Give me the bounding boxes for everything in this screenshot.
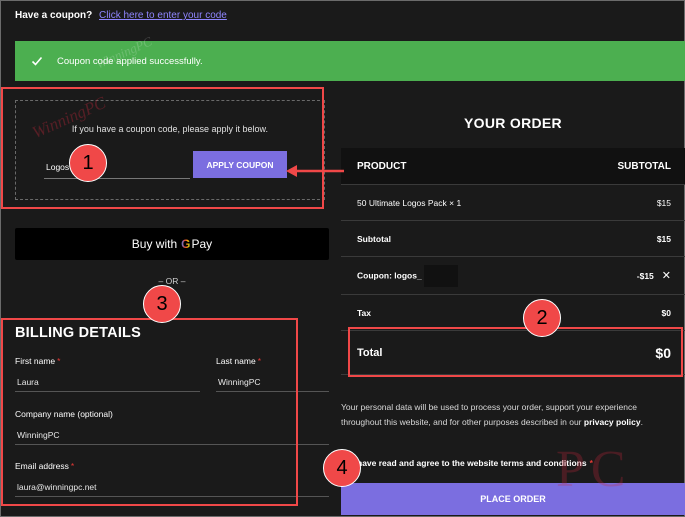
coupon-code-input[interactable] — [44, 155, 190, 179]
company-input[interactable] — [15, 425, 329, 445]
total-row: Total $0 — [341, 331, 685, 375]
first-name-label-text: First name — [15, 356, 56, 366]
google-pay-button[interactable]: Buy with G Pay — [15, 228, 329, 260]
order-title: YOUR ORDER — [464, 115, 562, 131]
apply-coupon-button[interactable]: APPLY COUPON — [193, 151, 287, 178]
required-mark: * — [257, 356, 262, 366]
order-header-row: PRODUCT SUBTOTAL — [341, 148, 685, 185]
coupon-question: Have a coupon? — [15, 10, 93, 21]
or-divider: – OR – — [158, 276, 186, 286]
email-input[interactable] — [15, 477, 329, 497]
privacy-end: . — [640, 417, 643, 427]
google-g-icon: G — [181, 237, 191, 251]
annotation-badge-3: 3 — [143, 285, 181, 323]
coupon-value-group: -$15 ✕ — [637, 269, 671, 282]
success-notice: Coupon code applied successfully. — [15, 41, 685, 81]
order-item-price: $15 — [656, 197, 671, 208]
subtotal-column-header: SUBTOTAL — [617, 160, 671, 172]
last-name-input[interactable] — [216, 372, 329, 392]
privacy-policy-link[interactable]: privacy policy — [584, 417, 641, 427]
item-name-text: 50 Ultimate Logos Pack — [357, 197, 447, 208]
coupon-info-text: If you have a coupon code, please apply … — [71, 124, 269, 134]
tax-value: $0 — [661, 307, 671, 318]
gpay-pay-text: Pay — [191, 237, 213, 251]
first-name-input[interactable] — [15, 372, 200, 392]
order-item-row: 50 Ultimate Logos Pack × 1 $15 — [341, 185, 685, 221]
terms-checkbox-label[interactable]: have read and agree to the website terms… — [357, 458, 593, 468]
redacted-block — [423, 264, 458, 287]
company-label: Company name (optional) — [15, 409, 113, 419]
place-order-button[interactable]: PLACE ORDER — [341, 483, 685, 515]
gpay-buy-with: Buy with — [131, 237, 178, 251]
subtotal-value: $15 — [656, 233, 671, 244]
remove-coupon-icon[interactable]: ✕ — [662, 270, 671, 282]
terms-text: have read and agree to the website terms… — [357, 458, 587, 468]
required-mark: * — [589, 458, 593, 468]
first-name-label: First name * — [15, 356, 60, 366]
enter-coupon-link[interactable]: Click here to enter your code — [99, 10, 227, 21]
last-name-label: Last name * — [216, 356, 261, 366]
coupon-label: Coupon: logos_ — [357, 264, 458, 287]
billing-title: BILLING DETAILS — [15, 325, 141, 341]
tax-row: Tax $0 — [341, 295, 685, 331]
order-item-name: 50 Ultimate Logos Pack × 1 — [357, 198, 461, 208]
coupon-row: Coupon: logos_ -$15 ✕ — [341, 257, 685, 295]
privacy-notice: Your personal data will be used to proce… — [341, 400, 676, 430]
checkmark-icon — [31, 56, 43, 66]
coupon-label-text: Coupon: logos_ — [357, 269, 422, 280]
subtotal-label: Subtotal — [357, 233, 391, 244]
tax-label: Tax — [357, 307, 372, 318]
item-qty: × 1 — [449, 197, 462, 208]
coupon-toggle-bar: Have a coupon? Click here to enter your … — [15, 10, 227, 21]
coupon-form: If you have a coupon code, please apply … — [15, 100, 325, 200]
total-label: Total — [357, 346, 383, 359]
required-mark: * — [70, 461, 75, 471]
email-label: Email address * — [15, 461, 74, 471]
notice-message: Coupon code applied successfully. — [57, 55, 203, 67]
required-mark: * — [57, 356, 61, 366]
coupon-discount: -$15 — [636, 271, 654, 281]
last-name-label-text: Last name — [216, 356, 256, 366]
total-value: $0 — [655, 344, 671, 361]
email-label-text: Email address — [15, 461, 69, 471]
product-column-header: PRODUCT — [357, 160, 407, 172]
subtotal-row: Subtotal $15 — [341, 221, 685, 257]
